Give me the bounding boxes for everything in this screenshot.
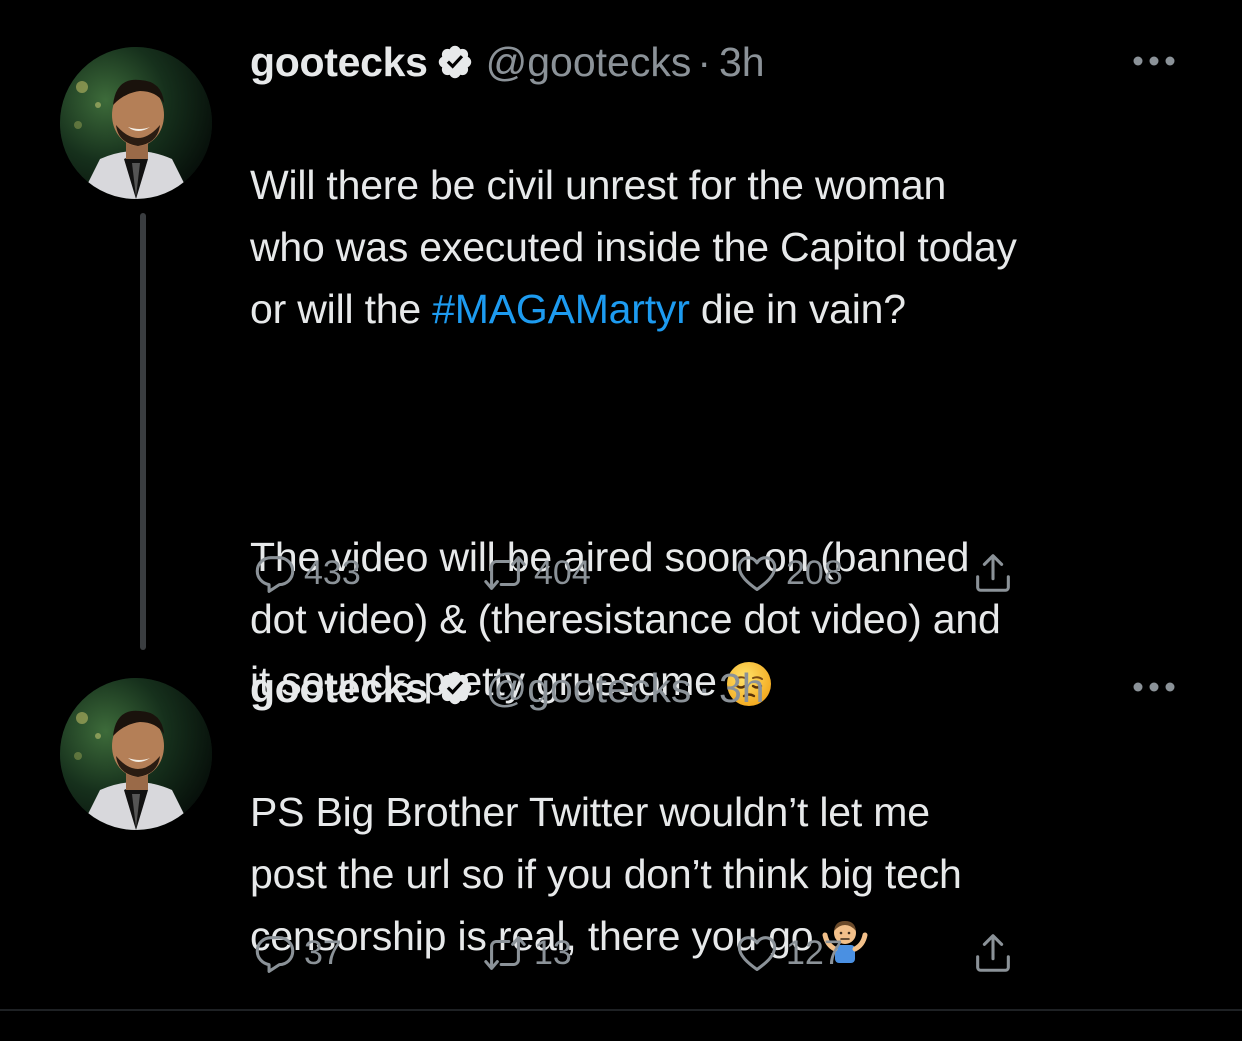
retweet-button[interactable]: 404: [482, 550, 591, 596]
tweet-header: gootecks @gootecks · 3h: [250, 663, 765, 713]
hashtag-link[interactable]: #MAGAMartyr: [432, 286, 690, 332]
verified-badge-icon: [438, 671, 471, 705]
like-count: 127: [786, 933, 843, 972]
separator-dot: ·: [697, 664, 711, 711]
timestamp[interactable]: 3h: [719, 665, 765, 712]
tweet-header: gootecks @gootecks · 3h: [250, 37, 765, 87]
share-button[interactable]: [970, 550, 1022, 596]
tweet[interactable]: gootecks @gootecks · 3h Will there be ci…: [0, 0, 1242, 707]
tweet-text-part: die in vain?: [689, 286, 906, 332]
share-icon: [976, 934, 1010, 972]
profile-photo: [60, 47, 212, 199]
divider: [0, 1009, 1242, 1011]
heart-icon: [737, 936, 777, 972]
more-options-icon[interactable]: [1132, 681, 1176, 693]
profile-photo: [60, 678, 212, 830]
like-button[interactable]: 127: [734, 930, 843, 976]
handle[interactable]: @gootecks: [486, 665, 692, 712]
display-name[interactable]: gootecks: [250, 39, 428, 86]
reply-count: 433: [304, 553, 361, 592]
retweet-count: 13: [534, 933, 572, 972]
display-name[interactable]: gootecks: [250, 665, 428, 712]
tweet-text: PS Big Brother Twitter wouldn’t let me p…: [250, 719, 1210, 1029]
like-count: 208: [786, 553, 843, 592]
avatar[interactable]: [60, 678, 212, 830]
more-options-icon[interactable]: [1132, 55, 1176, 67]
avatar[interactable]: [60, 47, 212, 199]
tweet-actions: 37 13 127: [250, 930, 1050, 976]
reply-icon: [255, 556, 295, 593]
timestamp[interactable]: 3h: [719, 39, 765, 86]
separator-dot: ·: [697, 38, 711, 85]
retweet-button[interactable]: 13: [482, 930, 572, 976]
retweet-icon: [484, 556, 526, 590]
reply-button[interactable]: 37: [252, 930, 342, 976]
reply-button[interactable]: 433: [252, 550, 361, 596]
share-icon: [976, 554, 1010, 592]
tweet[interactable]: gootecks @gootecks · 3h PS Big Brother T…: [0, 650, 1242, 1010]
retweet-icon: [484, 936, 526, 970]
reply-count: 37: [304, 933, 342, 972]
verified-badge-icon: [438, 45, 471, 79]
heart-icon: [737, 556, 777, 592]
thread-connector-line: [140, 213, 146, 650]
retweet-count: 404: [534, 553, 591, 592]
share-button[interactable]: [970, 930, 1022, 976]
handle[interactable]: @gootecks: [486, 39, 692, 86]
like-button[interactable]: 208: [734, 550, 843, 596]
tweet-actions: 433 404 208: [250, 550, 1050, 596]
reply-icon: [255, 936, 295, 973]
